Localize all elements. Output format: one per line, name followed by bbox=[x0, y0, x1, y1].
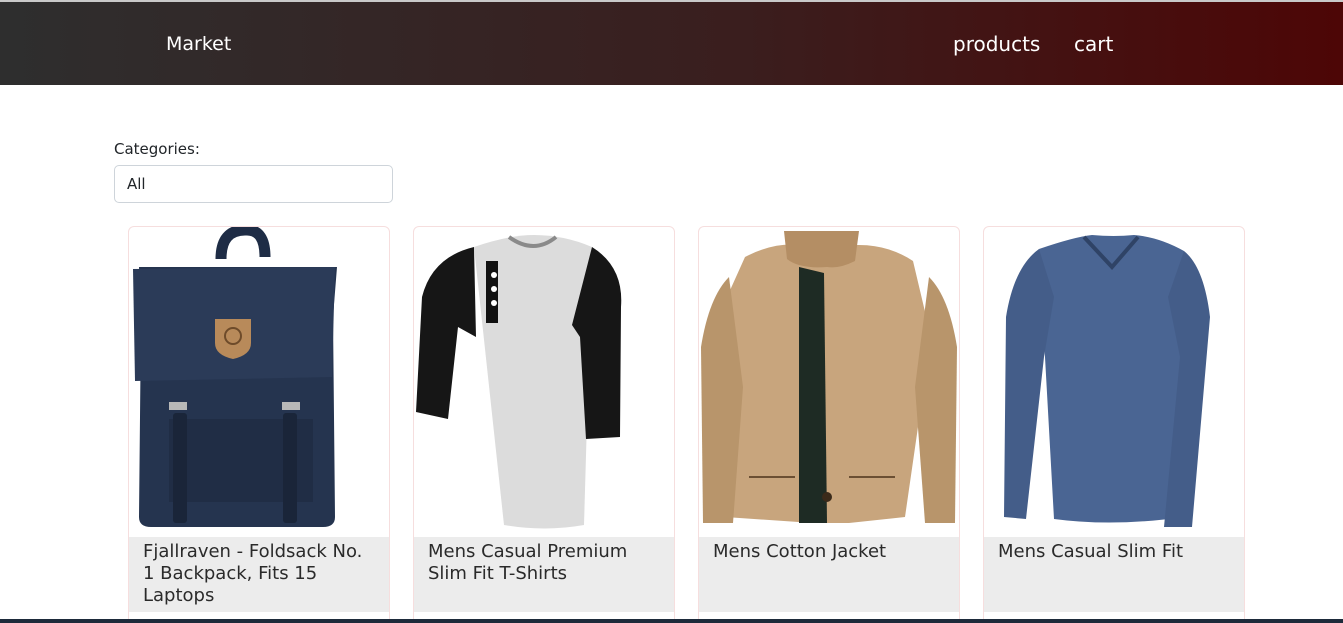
nav-link-products[interactable]: products bbox=[953, 32, 1040, 56]
backpack-image bbox=[133, 227, 337, 527]
jacket-image bbox=[701, 231, 957, 523]
product-title[interactable]: Fjallraven - Foldsack No. 1 Backpack, Fi… bbox=[129, 537, 389, 612]
product-title[interactable]: Mens Casual Slim Fit bbox=[984, 537, 1244, 612]
product-title[interactable]: Mens Casual Premium Slim Fit T-Shirts bbox=[414, 537, 674, 612]
product-card[interactable]: Fjallraven - Foldsack No. 1 Backpack, Fi… bbox=[128, 226, 390, 623]
brand-link[interactable]: Market bbox=[166, 33, 231, 55]
raglan-tshirt-image bbox=[416, 235, 622, 529]
product-card[interactable]: Mens Casual Premium Slim Fit T-Shirts bbox=[413, 226, 675, 623]
nav-link-cart[interactable]: cart bbox=[1074, 32, 1113, 56]
product-card[interactable]: Mens Cotton Jacket bbox=[698, 226, 960, 623]
product-title[interactable]: Mens Cotton Jacket bbox=[699, 537, 959, 612]
long-sleeve-shirt-image bbox=[1004, 235, 1210, 527]
bottom-edge-bar bbox=[0, 619, 1343, 623]
product-card[interactable]: Mens Casual Slim Fit bbox=[983, 226, 1245, 623]
categories-select[interactable]: All bbox=[114, 165, 393, 203]
categories-label: Categories: bbox=[114, 140, 200, 158]
navbar: Market products cart bbox=[0, 0, 1343, 85]
